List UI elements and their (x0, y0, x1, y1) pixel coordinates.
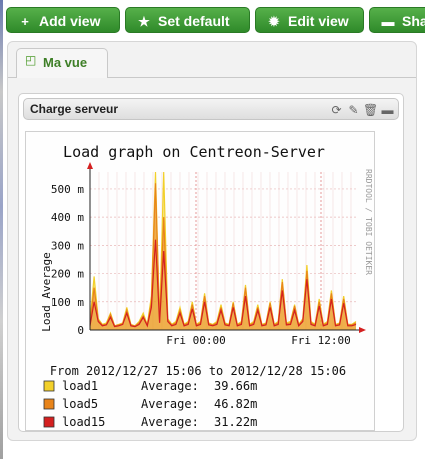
edit-view-label: Edit view (288, 13, 349, 29)
y-tick-label: 400 m (51, 211, 84, 224)
load-graph: Load graph on Centreon-Server Load_Avera… (25, 131, 375, 431)
set-default-button[interactable]: ★ Set default (125, 7, 250, 33)
y-tick-label: 100 m (51, 296, 84, 309)
legend-name-load1: load1 (62, 379, 98, 393)
series-load1-line (89, 171, 357, 327)
date-range-text: From 2012/12/27 15:06 to 2012/12/28 15:0… (50, 364, 346, 378)
legend-swatch-load1 (43, 380, 55, 392)
x-axis-arrow (359, 327, 366, 333)
star-icon: ★ (138, 14, 150, 29)
y-tick-label: 500 m (51, 183, 84, 196)
y-tick-label: 300 m (51, 239, 84, 252)
legend-avg-label: Average: (141, 379, 199, 393)
legend-swatch-load15 (43, 416, 55, 428)
x-tick-label: Fri 00:00 (166, 334, 226, 347)
legend-avg-value-load5: 46.82m (214, 397, 257, 411)
add-view-label: Add view (39, 13, 101, 29)
legend-avg-label: Average: (141, 415, 199, 429)
tab-ma-vue[interactable]: ◰ Ma vue (16, 48, 108, 78)
y-tick-label: 0 (77, 324, 84, 337)
tab-label: Ma vue (43, 55, 88, 70)
widget-charge-serveur: Charge serveur ⟳ ✎ 🗑 ▬ Load graph on Centre… (18, 93, 404, 432)
plus-icon: + (21, 14, 29, 29)
minimize-icon[interactable]: ▬ (380, 103, 395, 117)
legend-avg-value-load1: 39.66m (214, 379, 257, 393)
series-load1-area (90, 172, 356, 330)
y-axis-arrow (87, 162, 93, 169)
views-panel: ◰ Ma vue Charge serveur ⟳ ✎ 🗑 ▬ Load graph … (7, 41, 417, 441)
edit-view-button[interactable]: ✹ Edit view (255, 7, 364, 33)
y-tick-label: 200 m (51, 268, 84, 281)
view-tab-icon: ◰ (25, 53, 37, 67)
legend-avg-label: Average: (141, 397, 199, 411)
chart-title: Load graph on Centreon-Server (63, 143, 325, 161)
trash-icon[interactable]: 🗑 (363, 103, 378, 117)
legend-name-load5: load5 (62, 397, 98, 411)
widget-title: Charge serveur (30, 102, 119, 116)
add-view-button[interactable]: + Add view (6, 7, 120, 33)
legend-name-load15: load15 (62, 415, 105, 429)
folder-icon: ▬ (381, 14, 395, 29)
y-axis-label: Load_Average (40, 252, 53, 331)
wrench-icon[interactable]: ✎ (346, 103, 361, 117)
legend-swatch-load5 (43, 398, 55, 410)
series-load5-line (89, 183, 357, 327)
window-left-edge (0, 0, 3, 459)
share-view-button[interactable]: ▬ Sha (369, 7, 425, 33)
rrdtool-credit: RRDTOOL / TOBI OETIKER (364, 169, 373, 275)
x-tick-label: Fri 12:00 (291, 334, 351, 347)
refresh-icon[interactable]: ⟳ (329, 103, 344, 117)
widget-header[interactable]: Charge serveur ⟳ ✎ 🗑 ▬ (23, 98, 399, 120)
load-graph-svg: Load graph on Centreon-Server Load_Avera… (40, 143, 373, 429)
share-view-label: Sha (402, 13, 425, 29)
toolbar: + Add view ★ Set default ✹ Edit view ▬ Sha (6, 7, 425, 35)
gear-icon: ✹ (268, 14, 280, 29)
series-load5-area (90, 183, 356, 330)
set-default-label: Set default (158, 13, 230, 29)
legend-avg-value-load15: 31.22m (214, 415, 257, 429)
tab-bar: ◰ Ma vue (8, 42, 416, 78)
